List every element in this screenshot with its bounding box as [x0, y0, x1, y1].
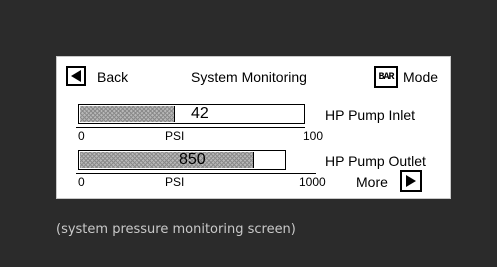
- gauge-min: 0: [78, 175, 85, 189]
- hp-pump-outlet-gauge: 850: [78, 150, 286, 170]
- hmi-screen: Back System Monitoring BAR Mode 42 0 PSI…: [56, 56, 451, 199]
- gauge-value: 42: [191, 105, 209, 122]
- gauge-fill: [80, 106, 175, 122]
- left-triangle-icon: [71, 70, 81, 82]
- gauge-min: 0: [78, 129, 85, 143]
- bar-icon: BAR: [378, 71, 394, 83]
- gauge-fill: [80, 152, 254, 168]
- more-label[interactable]: More: [356, 174, 388, 190]
- gauge-value: 850: [179, 151, 206, 168]
- hp-pump-inlet-gauge: 42: [78, 104, 305, 124]
- gauge-label-outlet: HP Pump Outlet: [325, 153, 426, 169]
- gauge-max: 100: [303, 129, 324, 143]
- screen-header: Back System Monitoring BAR Mode: [57, 57, 450, 97]
- gauge-scale-line: [76, 173, 316, 174]
- gauge-unit: PSI: [165, 175, 185, 189]
- gauge-label-inlet: HP Pump Inlet: [325, 107, 416, 123]
- right-triangle-icon: [406, 175, 416, 187]
- gauge-scale-line: [76, 127, 305, 128]
- page-title: System Monitoring: [191, 69, 307, 85]
- bar-mode-button[interactable]: BAR: [374, 66, 398, 88]
- mode-label[interactable]: Mode: [403, 69, 438, 85]
- gauge-max: 1000: [299, 175, 326, 189]
- back-label[interactable]: Back: [97, 69, 128, 85]
- caption: (system pressure monitoring screen): [56, 222, 296, 237]
- gauge-unit: PSI: [165, 129, 185, 143]
- more-button[interactable]: [400, 170, 422, 192]
- back-button[interactable]: [66, 66, 86, 86]
